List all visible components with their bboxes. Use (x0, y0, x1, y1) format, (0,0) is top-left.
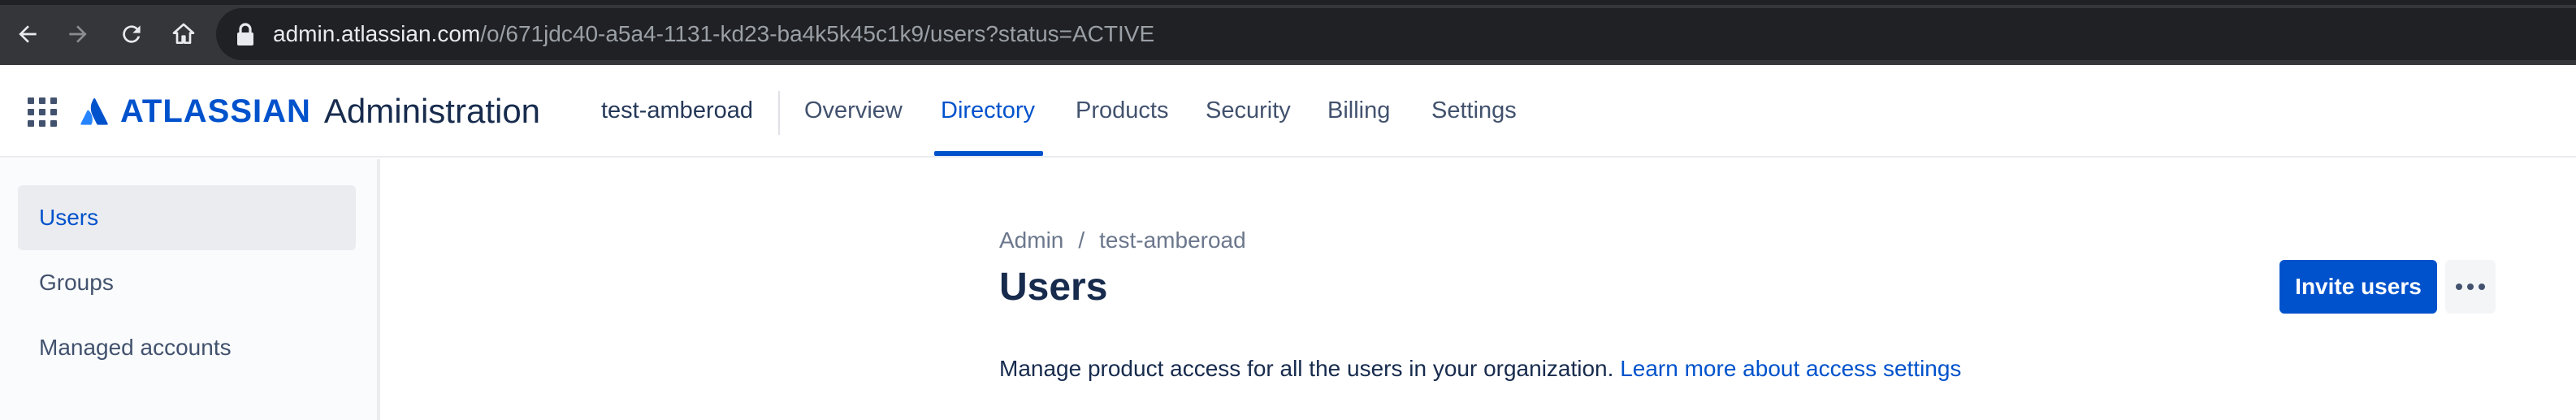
sidebar-item-managed-accounts[interactable]: Managed accounts (18, 315, 356, 380)
sidebar: Users Groups Managed accounts (0, 159, 380, 420)
tab-settings[interactable]: Settings (1431, 97, 1517, 124)
lock-icon (237, 23, 253, 45)
header-divider (778, 91, 780, 135)
browser-toolbar: admin.atlassian.com/o/671jdc40-a5a4-1131… (0, 0, 2576, 65)
sidebar-item-groups[interactable]: Groups (18, 250, 356, 315)
forward-button[interactable] (63, 19, 93, 49)
tab-billing[interactable]: Billing (1327, 97, 1390, 124)
back-button[interactable] (13, 19, 42, 49)
tab-security[interactable]: Security (1206, 97, 1291, 124)
invite-users-button[interactable]: Invite users (2279, 260, 2437, 314)
tab-overview[interactable]: Overview (804, 97, 903, 124)
reload-icon (123, 25, 141, 43)
url-path: /o/671jdc40-a5a4-1131-kd23-ba4k5k45c1k9/… (480, 21, 1155, 46)
atlassian-wordmark: ATLASSIAN (120, 93, 311, 129)
more-actions-icon[interactable] (2445, 260, 2496, 314)
reload-button[interactable] (117, 19, 146, 49)
breadcrumb: Admin / test-amberoad (999, 227, 1246, 253)
breadcrumb-admin[interactable]: Admin (999, 227, 1063, 253)
breadcrumb-separator: / (1078, 227, 1085, 253)
page-description: Manage product access for all the users … (999, 356, 1961, 382)
app-switcher-icon[interactable] (28, 97, 57, 127)
forward-arrow-icon (69, 25, 87, 43)
tab-directory[interactable]: Directory (941, 97, 1035, 124)
home-button[interactable] (169, 19, 198, 49)
description-text: Manage product access for all the users … (999, 356, 1614, 381)
back-arrow-icon (19, 25, 37, 43)
app-header: ATLASSIAN Administration test-amberoad O… (0, 65, 2576, 158)
active-tab-indicator (934, 151, 1043, 156)
breadcrumb-org[interactable]: test-amberoad (1099, 227, 1246, 253)
url-text[interactable]: admin.atlassian.com/o/671jdc40-a5a4-1131… (273, 18, 1154, 50)
url-host: admin.atlassian.com (273, 21, 481, 46)
sidebar-item-users[interactable]: Users (18, 185, 356, 250)
atlassian-logo[interactable]: ATLASSIAN Administration (80, 92, 541, 130)
org-switcher[interactable]: test-amberoad (601, 97, 753, 124)
tab-products[interactable]: Products (1076, 97, 1168, 124)
home-icon (172, 23, 195, 44)
browser-tab-strip (0, 0, 2576, 5)
product-name: Administration (323, 92, 541, 130)
atlassian-logo-icon (80, 97, 108, 125)
access-settings-link[interactable]: Learn more about access settings (1620, 356, 1961, 381)
page-title: Users (999, 266, 1108, 309)
